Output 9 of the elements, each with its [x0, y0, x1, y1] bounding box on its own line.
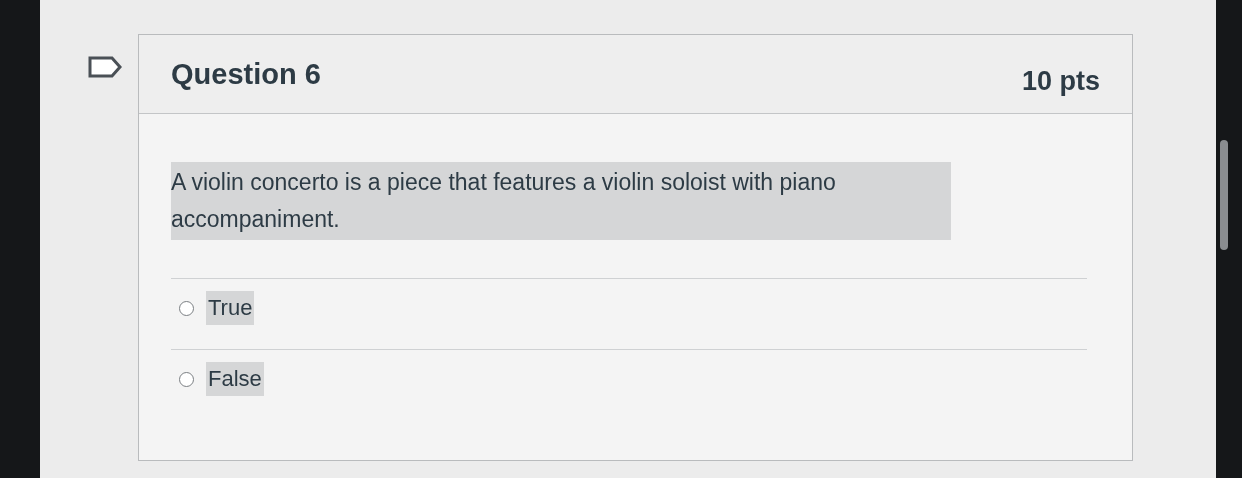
points-label: 10 pts [1021, 65, 1100, 97]
answer-label[interactable]: False [206, 362, 264, 396]
question-text: A violin concerto is a piece that features a violin soloist with piano accompaniment. [171, 162, 951, 240]
radio-button[interactable] [179, 300, 194, 316]
question-title: Question 6 [171, 57, 321, 91]
bookmark-icon[interactable] [88, 56, 122, 78]
radio-button[interactable] [179, 371, 194, 387]
scrollbar[interactable] [1220, 140, 1228, 250]
answer-label[interactable]: True [206, 291, 255, 325]
